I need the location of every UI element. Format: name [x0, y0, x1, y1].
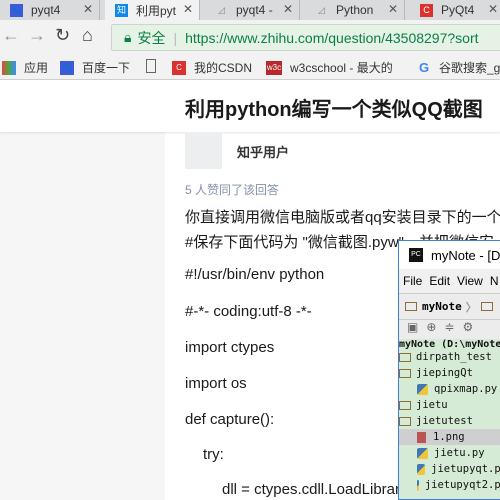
address-bar[interactable]: 🔒︎ 安全 | https://www.zhihu.com/question/4…	[111, 24, 500, 51]
tree-item[interactable]: dirpath_test	[399, 349, 500, 365]
project-toolbar: ▣⊕≑⚙	[399, 319, 500, 339]
author-name[interactable]: 知乎用户	[237, 142, 289, 161]
close-icon[interactable]: ✕	[83, 2, 93, 16]
apps-icon	[2, 60, 16, 75]
question-title: 利用python编写一个类似QQ截图	[185, 99, 483, 121]
bookmark-baidu[interactable]: 🐾 百度一下	[60, 59, 130, 76]
vote-count: 5 人赞同了该回答	[185, 183, 280, 197]
tree-item-selected[interactable]: 1.png	[399, 429, 500, 445]
ide-title-bar[interactable]: PC myNote - [D	[399, 241, 500, 269]
answer-line: 你直接调用微信电脑版或者qq安装目录下的一个	[185, 209, 500, 226]
locate-icon[interactable]: ⊕	[426, 320, 444, 334]
bookmark-google[interactable]: G 谷歌搜索_g	[417, 59, 500, 76]
menu-view[interactable]: View	[457, 274, 483, 288]
page-icon	[146, 59, 156, 73]
tab-python[interactable]: ◿ Python ✕	[305, 0, 405, 20]
home-icon[interactable]: ⌂	[82, 25, 93, 46]
tab-pyqt4-2[interactable]: ◿ pyqt4 - ✕	[205, 0, 300, 20]
back-icon[interactable]: ←	[2, 25, 20, 46]
secure-label: 安全	[137, 29, 166, 46]
project-view-icon[interactable]: ▣	[407, 320, 426, 334]
collapse-icon[interactable]: ≑	[444, 320, 462, 334]
folder-icon	[405, 302, 417, 311]
zhihu-icon: 知	[115, 3, 128, 17]
close-icon[interactable]: ✕	[388, 2, 398, 16]
tab-pyqt4-csdn[interactable]: C PyQt4 ✕	[410, 0, 500, 20]
close-icon[interactable]: ✕	[183, 2, 193, 16]
answer-line: def capture():	[185, 411, 275, 428]
page-icon: ◿	[318, 4, 325, 15]
project-tree: myNote (D:\myNote dirpath_test jiepingQt…	[399, 339, 500, 499]
bookmark-w3cschool[interactable]: w3c w3cschool - 最大的	[266, 59, 393, 76]
lock-icon: 🔒︎	[124, 29, 132, 45]
tree-item[interactable]: jietu.py	[399, 445, 500, 461]
google-icon: G	[418, 59, 430, 75]
reload-icon[interactable]: ↻	[55, 25, 70, 46]
folder-icon	[399, 400, 411, 410]
tree-item[interactable]: jietupyqt.py	[399, 461, 500, 477]
folder-icon	[399, 416, 411, 426]
answer-line: import ctypes	[185, 339, 275, 356]
folder-icon	[399, 368, 411, 378]
python-file-icon	[417, 479, 419, 491]
w3c-icon: w3c	[266, 60, 282, 75]
tree-item[interactable]: qpixmap.py	[399, 381, 500, 397]
tree-item[interactable]: jiepingQt	[399, 365, 500, 381]
folder-icon	[480, 302, 493, 311]
answer-line: #!/usr/bin/env python	[185, 266, 325, 283]
close-icon[interactable]: ✕	[488, 2, 498, 16]
csdn-icon: C	[172, 60, 186, 75]
ide-breadcrumb[interactable]: myNote 〉	[399, 293, 500, 319]
baidu-icon: 🐾	[10, 3, 23, 17]
tab-zhihu[interactable]: 知利用pyt ✕	[105, 0, 200, 20]
tree-item[interactable]: jietu	[399, 397, 500, 413]
forward-icon[interactable]: →	[28, 25, 46, 46]
tree-item[interactable]: jietutest	[399, 413, 500, 429]
menu-navigate[interactable]: N	[490, 274, 499, 288]
csdn-icon: C	[420, 3, 433, 17]
python-file-icon	[417, 383, 428, 395]
answer-line: import os	[185, 375, 247, 392]
answer-line: try:	[203, 446, 224, 463]
ide-menu-bar: File Edit View N	[399, 269, 500, 293]
tab-strip: 🐾 pyqt4 ✕ 知利用pyt ✕ ◿ pyqt4 - ✕ ◿ Python ✕ C PyQt…	[0, 0, 500, 20]
python-file-icon	[417, 447, 428, 459]
menu-edit[interactable]: Edit	[429, 274, 450, 288]
answer-line: #-*- coding:utf-8 -*-	[185, 303, 312, 320]
bookmarks-bar: 应用 🐾 百度一下 C 我的CSDN w3c w3cschool - 最大的 G 谷歌搜…	[0, 53, 500, 80]
baidu-icon: 🐾	[60, 60, 74, 75]
image-file-icon	[417, 431, 426, 443]
avatar[interactable]	[185, 132, 222, 169]
answer-line: dll = ctypes.cdll.LoadLibrary	[222, 481, 408, 498]
bookmark-page[interactable]	[146, 59, 164, 73]
python-file-icon	[417, 463, 426, 475]
tree-item[interactable]: jietupyqt2.py	[399, 477, 500, 493]
gear-icon[interactable]: ⚙	[462, 320, 481, 334]
menu-file[interactable]: File	[403, 274, 422, 288]
tab-pyqt4[interactable]: 🐾 pyqt4 ✕	[0, 0, 100, 20]
pycharm-icon: PC	[409, 248, 423, 262]
folder-icon	[399, 352, 411, 362]
bookmark-apps[interactable]: 应用	[2, 59, 48, 76]
tree-root[interactable]: myNote (D:\myNote	[399, 339, 500, 349]
page-icon: ◿	[218, 4, 225, 15]
url-text: https://www.zhihu.com/question/43508297?…	[185, 29, 479, 46]
bookmark-csdn[interactable]: C 我的CSDN	[172, 59, 252, 76]
pycharm-window: PC myNote - [D File Edit View N myNote 〉 ▣…	[398, 240, 500, 500]
close-icon[interactable]: ✕	[283, 2, 293, 16]
